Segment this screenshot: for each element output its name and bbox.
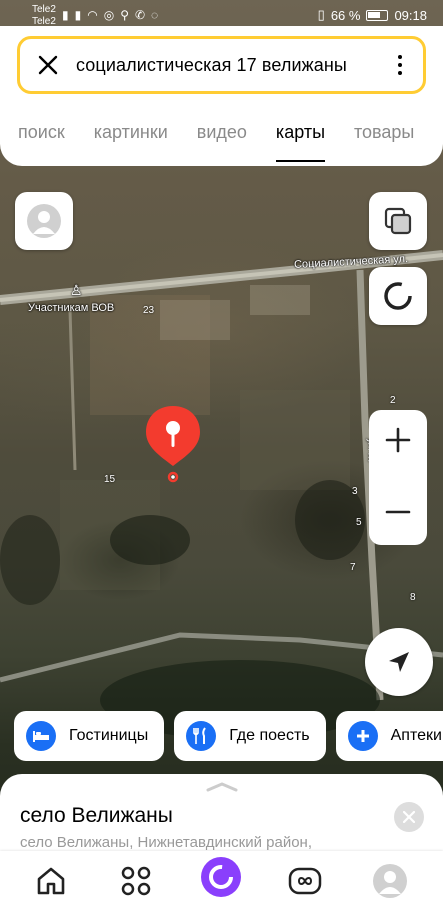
- whatsapp-icon: ◌: [151, 8, 159, 22]
- dot-icon: [398, 71, 402, 75]
- close-icon: [403, 811, 415, 823]
- close-button[interactable]: [20, 39, 76, 91]
- monument-label: Участникам ВОВ: [28, 302, 115, 314]
- chip-label: Аптеки: [390, 727, 442, 744]
- zoom-out-button[interactable]: [369, 482, 427, 542]
- dot-icon: [398, 63, 402, 67]
- wifi-icon: ◠: [87, 8, 98, 22]
- infinity-tabs-icon: [288, 867, 322, 895]
- house-number: 2: [390, 395, 396, 406]
- nav-alice-button[interactable]: [200, 856, 242, 898]
- viber-icon: ✆: [134, 8, 146, 22]
- nav-home-button[interactable]: [33, 863, 69, 899]
- bed-icon: [26, 721, 56, 751]
- zoom-controls: [369, 410, 427, 545]
- alice-icon: [201, 857, 241, 897]
- tab-search[interactable]: поиск: [18, 122, 65, 162]
- nav-services-button[interactable]: [118, 863, 154, 899]
- layers-button[interactable]: [369, 192, 427, 250]
- search-notification-icon: ⚲: [120, 8, 129, 22]
- signal-icon: ▮: [74, 8, 82, 22]
- house-number: 23: [143, 305, 155, 316]
- location-pin[interactable]: [144, 404, 202, 484]
- close-icon: [38, 55, 58, 75]
- status-right: ▯ 66 % 09:18: [318, 7, 427, 23]
- plus-icon: [347, 721, 378, 751]
- search-input[interactable]: социалистическая 17 велижаны: [76, 55, 377, 76]
- layers-icon: [384, 207, 412, 235]
- tab-images[interactable]: картинки: [94, 122, 168, 162]
- status-icons: ▮ ▮ ◠ ◎ ⚲ ✆ ◌: [62, 8, 158, 22]
- place-close-button[interactable]: [394, 802, 424, 832]
- chip-label: Гостиницы: [69, 727, 149, 744]
- signal-icon: ▮: [62, 8, 69, 22]
- minus-icon: [385, 510, 411, 514]
- grid-icon: [121, 866, 151, 896]
- monument-icon: ♙: [70, 282, 83, 298]
- carrier-labels: Tele2 Tele2: [32, 4, 56, 28]
- tab-video[interactable]: видео: [197, 122, 247, 162]
- house-number: 3: [352, 486, 358, 497]
- zoom-in-button[interactable]: [369, 410, 427, 470]
- more-menu-button[interactable]: [377, 39, 423, 91]
- place-title: село Велижаны: [20, 804, 173, 827]
- battery-icon: [366, 9, 389, 21]
- house-number: 8: [410, 592, 416, 603]
- navigation-arrow-icon: [389, 652, 409, 672]
- fork-knife-icon: [186, 721, 217, 751]
- house-number: 5: [356, 517, 362, 528]
- chip-label: Где поесть: [229, 727, 310, 744]
- dot-icon: [398, 55, 402, 59]
- alice-map-button[interactable]: [369, 267, 427, 325]
- plus-icon: [385, 427, 411, 453]
- nav-tabs-button[interactable]: [287, 863, 323, 899]
- chip-pharmacy[interactable]: Аптеки: [335, 711, 443, 761]
- search-tabs: поиск картинки видео карты товары: [18, 122, 443, 162]
- profile-button[interactable]: [15, 192, 73, 250]
- nfc-icon: ◎: [103, 8, 115, 22]
- vibrate-icon: ▯: [317, 7, 325, 22]
- place-subtitle: село Велижаны, Нижнетавдинский район,: [20, 834, 313, 851]
- search-box[interactable]: социалистическая 17 велижаны: [17, 36, 426, 94]
- home-icon: [37, 867, 65, 895]
- my-location-button[interactable]: [365, 628, 433, 696]
- clock: 09:18: [394, 7, 427, 23]
- tab-products[interactable]: товары: [354, 122, 414, 162]
- carrier-1: Tele2: [32, 4, 56, 15]
- tab-maps[interactable]: карты: [275, 122, 326, 162]
- bottom-navigation: [0, 851, 443, 910]
- avatar-icon: [27, 204, 61, 238]
- category-chips: Гостиницы Где поесть Аптеки: [14, 711, 443, 761]
- nav-profile-button[interactable]: [372, 863, 408, 899]
- map-pin-icon: [146, 406, 200, 483]
- chip-food[interactable]: Где поесть: [174, 711, 326, 761]
- chevron-up-icon[interactable]: [206, 782, 238, 792]
- house-number: 7: [350, 562, 356, 573]
- house-number: 15: [104, 474, 116, 485]
- ring-icon: [384, 282, 412, 310]
- chip-hotels[interactable]: Гостиницы: [14, 711, 165, 761]
- search-header: социалистическая 17 велижаны поиск карти…: [0, 26, 443, 166]
- battery-percent: 66 %: [330, 7, 361, 23]
- avatar-icon: [373, 864, 407, 898]
